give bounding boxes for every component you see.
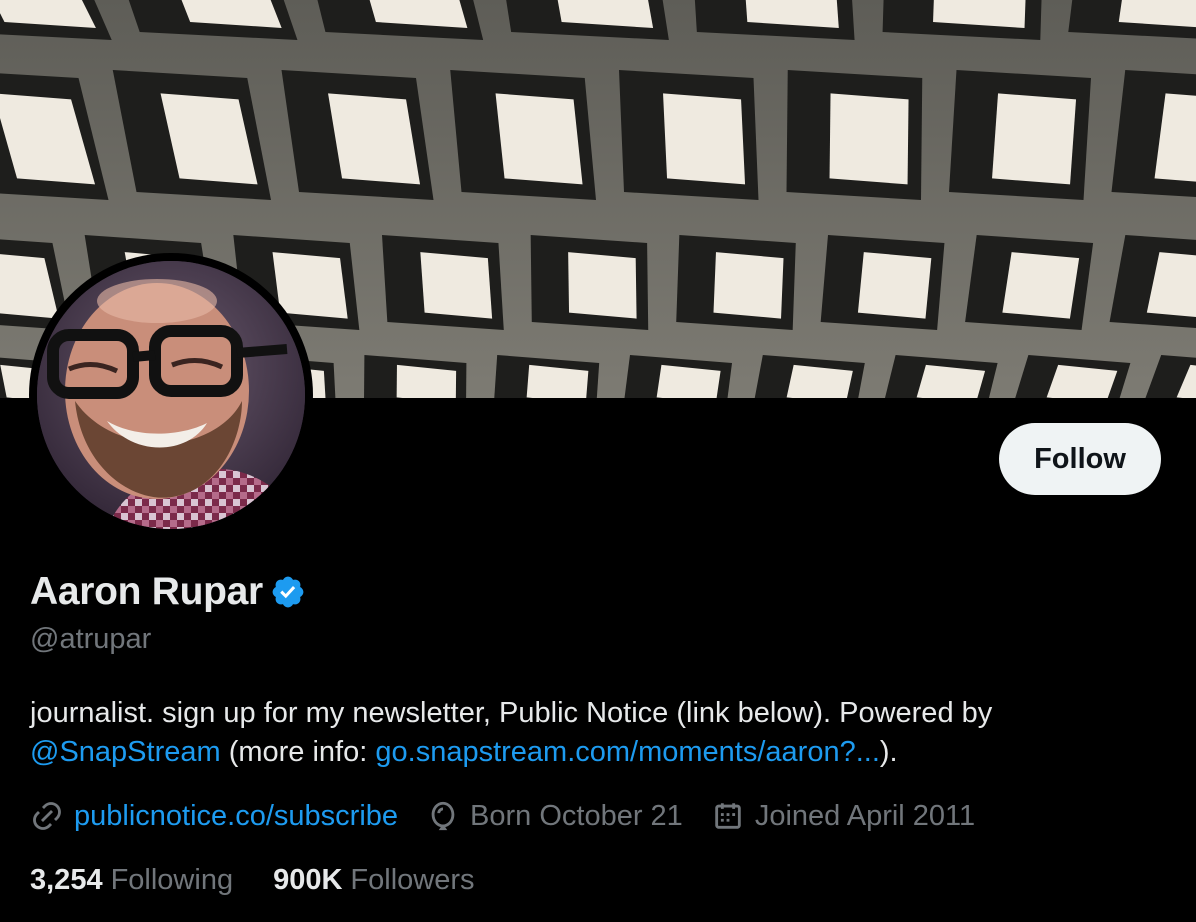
balloon-icon [426, 799, 460, 833]
verified-badge-icon[interactable] [270, 574, 306, 610]
follow-stats: 3,254 Following 900K Followers [30, 860, 515, 900]
bio-url-link[interactable]: go.snapstream.com/moments/aaron?... [375, 736, 880, 768]
bio-text-end: ). [879, 736, 898, 768]
meta-born: Born October 21 [426, 799, 683, 833]
meta-joined: Joined April 2011 [711, 799, 975, 833]
follow-button[interactable]: Follow [999, 423, 1161, 495]
following-count: 3,254 [30, 863, 103, 896]
calendar-icon [711, 799, 745, 833]
followers-link[interactable]: 900K Followers [273, 864, 474, 897]
born-date: Born October 21 [470, 799, 683, 832]
profile-handle: @atrupar [30, 623, 152, 655]
avatar-border [29, 253, 313, 537]
avatar[interactable] [37, 261, 305, 529]
name-row: Aaron Rupar [30, 568, 306, 616]
followers-label: Followers [350, 863, 475, 896]
website-link[interactable]: publicnotice.co/subscribe [74, 800, 398, 833]
following-link[interactable]: 3,254 Following [30, 864, 233, 897]
bio-text: journalist. sign up for my newsletter, P… [30, 697, 993, 729]
profile-bio: journalist. sign up for my newsletter, P… [30, 694, 1150, 772]
bio-mention-link[interactable]: @SnapStream [30, 736, 221, 768]
bio-text-more-info: (more info: [228, 736, 368, 768]
followers-count: 900K [273, 863, 343, 896]
following-label: Following [110, 863, 234, 896]
meta-website: publicnotice.co/subscribe [30, 799, 398, 833]
link-icon [30, 799, 64, 833]
profile-meta: publicnotice.co/subscribe Born October 2… [30, 796, 1003, 836]
joined-date: Joined April 2011 [754, 799, 976, 832]
display-name: Aaron Rupar [30, 570, 263, 613]
